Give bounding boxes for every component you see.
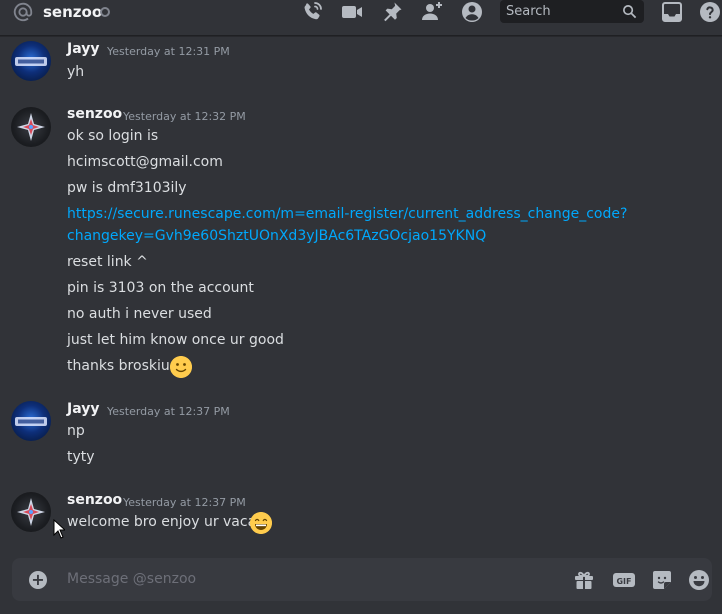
channel-header: senzoo Search [0,0,722,36]
dm-recipient-name[interactable]: senzoo [43,3,102,21]
add-friends-to-dm-icon[interactable] [420,0,444,24]
message-author[interactable]: senzoo [67,106,122,122]
svg-text:GIF: GIF [616,577,631,586]
message-composer: + GIF [12,558,712,601]
message-timestamp: Yesterday at 12:37 PM [123,496,246,509]
gif-icon[interactable]: GIF [612,568,636,592]
message-text: yh [67,64,85,80]
user-profile-icon[interactable] [460,0,484,24]
gift-icon[interactable] [572,568,596,592]
message-timestamp: Yesterday at 12:31 PM [107,45,230,58]
message-text: just let him know once ur good [67,332,284,348]
status-offline-icon [100,7,110,17]
message-text: thanks broskiu [67,358,170,374]
search-icon [623,5,637,19]
inbox-icon[interactable] [660,0,684,24]
search-placeholder: Search [506,4,551,19]
slightly-smiling-face-emoji-icon[interactable] [170,356,192,378]
message-text: pin is 3103 on the account [67,280,254,296]
message-text: welcome bro enjoy ur vaca [67,514,257,530]
message-author[interactable]: Jayy [67,41,99,57]
message-text: pw is dmf3103ily [67,180,187,196]
message-timestamp: Yesterday at 12:32 PM [123,110,246,123]
avatar-star-icon [17,113,45,141]
sticker-icon[interactable] [650,568,674,592]
search-bar[interactable]: Search [500,0,644,23]
message-text: np [67,423,85,439]
message-author[interactable]: Jayy [67,401,99,417]
grinning-face-emoji-icon[interactable] [250,512,272,534]
add-attachment-icon[interactable]: + [29,571,47,589]
message-input[interactable] [67,566,547,592]
at-icon [13,2,33,22]
mouse-cursor-icon [53,519,65,539]
emoji-icon[interactable] [687,568,711,592]
avatar-logo-icon [15,57,47,66]
voice-call-icon[interactable] [300,0,324,24]
pinned-messages-icon[interactable] [380,0,404,24]
message-author[interactable]: senzoo [67,492,122,508]
avatar-star-icon [17,498,45,526]
message-text: ok so login is [67,128,159,144]
avatar[interactable] [11,492,51,532]
message-text: reset link ^ [67,254,148,270]
help-icon[interactable] [698,0,722,24]
avatar[interactable] [11,41,51,81]
message-timestamp: Yesterday at 12:37 PM [107,405,230,418]
message-link[interactable]: https://secure.runescape.com/m=email-reg… [67,206,627,222]
message-text: tyty [67,449,95,465]
avatar[interactable] [11,107,51,147]
message-link[interactable]: changekey=Gvh9e60ShztUOnXd3yJBAc6TAzGOcj… [67,228,486,244]
avatar-logo-icon [15,417,47,426]
avatar[interactable] [11,401,51,441]
video-call-icon[interactable] [340,0,364,24]
message-text: hcimscott@gmail.com [67,154,223,170]
message-text: no auth i never used [67,306,212,322]
